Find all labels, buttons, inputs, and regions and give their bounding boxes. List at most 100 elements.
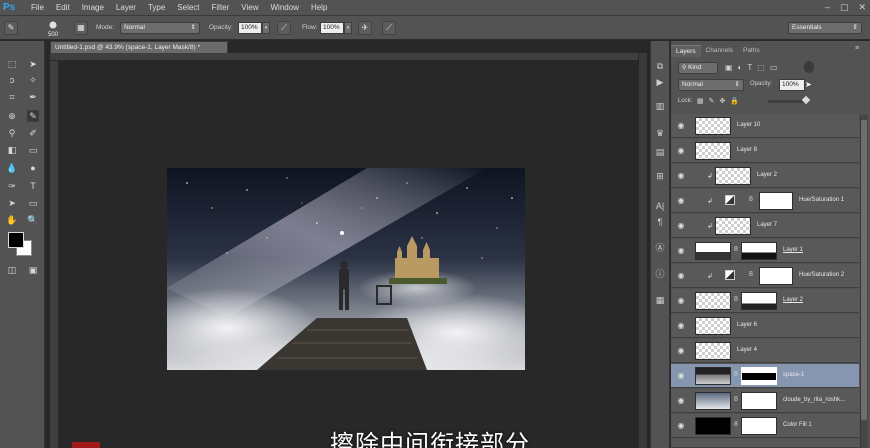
airbrush-icon[interactable]: ✈ — [358, 21, 372, 35]
layer-row[interactable]: ◉ ↲ Layer 2 — [671, 164, 859, 188]
tab-layers[interactable]: Layers — [671, 45, 701, 57]
layer-row[interactable]: ◉ Layer 6 — [671, 314, 859, 338]
mask-link-icon[interactable]: 8 — [734, 421, 738, 428]
flow-slider-toggle-icon[interactable]: ▾ — [344, 22, 352, 34]
properties-panel-icon[interactable]: ▦ — [653, 294, 667, 306]
visibility-eye-icon[interactable]: ◉ — [676, 296, 686, 306]
visibility-eye-icon[interactable]: ◉ — [676, 421, 686, 431]
layer-mask-thumbnail[interactable] — [741, 392, 777, 410]
actions-panel-icon[interactable]: ▶ — [653, 76, 667, 88]
layer-mask-thumbnail[interactable] — [741, 292, 777, 310]
layer-row[interactable]: ◉ 8 Layer 2 — [671, 289, 859, 313]
minimize-button[interactable]: – — [825, 2, 830, 13]
mask-link-icon[interactable]: 8 — [749, 271, 753, 278]
visibility-eye-icon[interactable]: ◉ — [676, 346, 686, 356]
filter-toggle-icon[interactable] — [804, 61, 814, 73]
visibility-eye-icon[interactable]: ◉ — [676, 246, 686, 256]
document-tab[interactable]: Untitled-1.psd @ 43.9% (space-1, Layer M… — [50, 41, 228, 53]
layer-opacity-input[interactable]: 100% — [779, 79, 805, 91]
layer-row[interactable]: ◉ ↲ 8 Hue/Saturation 1 — [671, 189, 859, 213]
gradient-tool-icon[interactable]: ▭ — [27, 144, 39, 156]
layer-row[interactable]: ◉ Layer 10 — [671, 114, 859, 138]
blend-mode-dropdown[interactable]: Normal ⇕ — [678, 79, 744, 91]
layer-row[interactable] — [671, 439, 859, 448]
hand-tool-icon[interactable]: ✋ — [6, 214, 18, 226]
tab-channels[interactable]: Channels — [701, 45, 738, 57]
info-panel-icon[interactable]: ⓘ — [653, 268, 667, 280]
layer-row-selected[interactable]: ◉ 8 space-1 — [671, 364, 859, 388]
close-button[interactable]: ✕ — [858, 2, 866, 13]
opacity-input[interactable]: 100% — [238, 22, 262, 34]
menu-filter[interactable]: Filter — [206, 0, 236, 16]
layer-row[interactable]: ◉ 8 Color Fill 1 — [671, 414, 859, 438]
marquee-tool-icon[interactable]: ⬚ — [6, 58, 18, 70]
visibility-eye-icon[interactable]: ◉ — [676, 396, 686, 406]
pen-tool-icon[interactable]: ✑ — [6, 180, 18, 192]
brush-panel-icon[interactable]: ▤ — [653, 146, 667, 158]
canvas-image[interactable] — [167, 168, 525, 370]
menu-file[interactable]: File — [25, 0, 50, 16]
pressure-opacity-icon[interactable]: ⟋ — [277, 21, 291, 35]
layer-mask-thumbnail[interactable] — [759, 267, 793, 285]
mode-dropdown[interactable]: Normal ⇕ — [120, 22, 200, 34]
visibility-eye-icon[interactable]: ◉ — [676, 171, 686, 181]
horizontal-ruler[interactable] — [50, 53, 638, 61]
workspace-dropdown[interactable]: Essentials ⇕ — [788, 22, 862, 34]
foreground-color-swatch[interactable] — [8, 232, 24, 248]
document-scrollbar[interactable] — [639, 53, 647, 448]
layer-filter-icons[interactable]: ▣◐T⬚▭ — [725, 63, 782, 72]
visibility-eye-icon[interactable]: ◉ — [676, 371, 686, 381]
visibility-eye-icon[interactable]: ◉ — [676, 321, 686, 331]
pressure-size-icon[interactable]: ⟋ — [382, 21, 396, 35]
dodge-tool-icon[interactable]: ● — [27, 162, 39, 174]
type-tool-icon[interactable]: T — [27, 180, 39, 192]
screen-mode-icon[interactable]: ▣ — [27, 264, 39, 276]
visibility-eye-icon[interactable]: ◉ — [676, 271, 686, 281]
lasso-tool-icon[interactable]: ↄ — [6, 74, 18, 86]
mask-link-icon[interactable]: 8 — [734, 396, 738, 403]
menu-layer[interactable]: Layer — [110, 0, 142, 16]
visibility-eye-icon[interactable]: ◉ — [676, 146, 686, 156]
histogram-panel-icon[interactable]: ▥ — [653, 100, 667, 112]
tab-paths[interactable]: Paths — [738, 45, 765, 57]
crop-tool-icon[interactable]: ⌗ — [6, 91, 18, 103]
brush-tool-icon[interactable]: ✎ — [27, 110, 39, 122]
eyedropper-tool-icon[interactable]: ✒ — [27, 91, 39, 103]
visibility-eye-icon[interactable]: ◉ — [676, 221, 686, 231]
zoom-tool-icon[interactable]: 🔍 — [27, 214, 39, 226]
mask-link-icon[interactable]: 8 — [734, 246, 738, 253]
menu-help[interactable]: Help — [305, 0, 333, 16]
menu-window[interactable]: Window — [265, 0, 305, 16]
move-tool-icon[interactable]: ➤ — [27, 58, 39, 70]
brush-preview-icon[interactable]: 500 — [46, 21, 60, 38]
layer-mask-thumbnail[interactable] — [741, 242, 777, 260]
layer-row[interactable]: ◉ Layer 4 — [671, 339, 859, 363]
layer-row[interactable]: ◉ ↲ Layer 7 — [671, 214, 859, 238]
clone-source-panel-icon[interactable]: ⊞ — [653, 170, 667, 182]
vertical-ruler[interactable] — [50, 61, 58, 448]
menu-view[interactable]: View — [235, 0, 264, 16]
menu-type[interactable]: Type — [142, 0, 171, 16]
quick-mask-icon[interactable]: ◫ — [6, 264, 18, 276]
mask-link-icon[interactable]: 8 — [734, 371, 738, 378]
blur-tool-icon[interactable]: 💧 — [6, 162, 18, 174]
layers-scrollbar-thumb[interactable] — [861, 120, 867, 420]
visibility-eye-icon[interactable]: ◉ — [676, 121, 686, 131]
quick-select-tool-icon[interactable]: ✧ — [27, 74, 39, 86]
path-selection-tool-icon[interactable]: ➤ — [6, 197, 18, 209]
paragraph-panel-icon[interactable]: ¶ — [653, 216, 667, 228]
eraser-tool-icon[interactable]: ◧ — [6, 144, 18, 156]
brush-presets-panel-icon[interactable]: ♛ — [653, 127, 667, 139]
filter-kind-dropdown[interactable]: ⚲ Kind — [678, 62, 718, 74]
visibility-eye-icon[interactable]: ◉ — [676, 196, 686, 206]
brush-panel-toggle-icon[interactable]: ▦ — [74, 21, 88, 35]
mask-link-icon[interactable]: 8 — [734, 296, 738, 303]
rectangle-tool-icon[interactable]: ▭ — [27, 197, 39, 209]
layer-mask-thumbnail[interactable] — [759, 192, 793, 210]
menu-select[interactable]: Select — [171, 0, 205, 16]
layer-row[interactable]: ◉ 8 Layer 1 — [671, 239, 859, 263]
opacity-slider-toggle-icon[interactable]: ▾ — [262, 22, 270, 34]
brush-tool-preset-icon[interactable]: ✎ — [4, 21, 18, 35]
layer-mask-thumbnail[interactable] — [741, 417, 777, 435]
character-styles-panel-icon[interactable]: Ⓐ — [653, 242, 667, 254]
